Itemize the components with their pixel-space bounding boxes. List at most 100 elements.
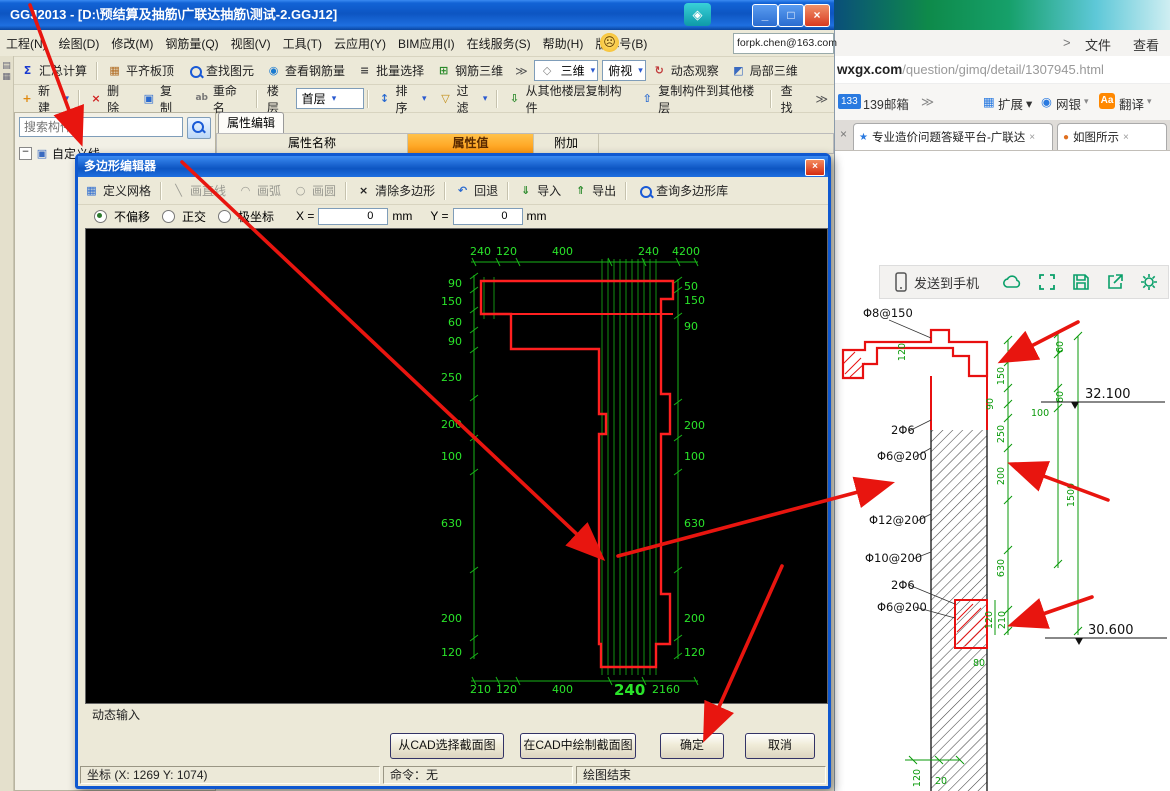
- dynamic-input-bar: 动态输入: [78, 706, 828, 724]
- elevation-label: 32.100: [1085, 387, 1131, 402]
- cloud-icon[interactable]: [1001, 272, 1023, 292]
- tabstrip-close-icon[interactable]: ×: [840, 127, 847, 141]
- sort-button[interactable]: ↕排序▾: [372, 85, 433, 112]
- translate-button[interactable]: 翻译: [1119, 94, 1144, 113]
- partial-3d-button[interactable]: ◩局部三维: [725, 57, 804, 84]
- extensions-button[interactable]: 扩展: [998, 94, 1023, 113]
- menu-online[interactable]: 在线服务(S): [461, 35, 537, 52]
- copy-from-floor-button[interactable]: ⇩从其他楼层复制构件: [501, 85, 634, 112]
- orbit-button[interactable]: ↻动态观察: [646, 57, 725, 84]
- dialog-titlebar[interactable]: 多边形编辑器: [78, 156, 828, 177]
- query-polygon-lib-button[interactable]: 查询多边形库: [630, 177, 734, 204]
- menu-view[interactable]: 视图(V): [225, 35, 277, 52]
- menu-tools[interactable]: 工具(T): [277, 35, 328, 52]
- floor-select[interactable]: 首层▾: [296, 88, 364, 109]
- view-rebar-button[interactable]: ◉查看钢筋量: [260, 57, 351, 84]
- tab-question-platform[interactable]: ★ 专业造价问题答疑平台-广联达 ×: [853, 123, 1053, 150]
- share-icon[interactable]: [1105, 272, 1125, 292]
- col-prop-value[interactable]: 属性值: [408, 134, 534, 153]
- tab-close-icon[interactable]: ×: [1123, 132, 1129, 143]
- find-button[interactable]: 查找: [775, 85, 810, 112]
- maximize-button[interactable]: □: [778, 4, 804, 27]
- bank-dropdown-icon[interactable]: ▾: [1084, 96, 1089, 107]
- browser-menu-file[interactable]: 文件: [1085, 35, 1111, 54]
- ok-button[interactable]: 确定: [660, 733, 724, 759]
- define-grid-button[interactable]: ▦定义网格: [78, 177, 157, 204]
- mail-button[interactable]: 139邮箱: [863, 94, 909, 113]
- menu-bim[interactable]: BIM应用(I): [392, 35, 461, 52]
- dim-label: 50: [684, 280, 698, 293]
- messenger-icon[interactable]: ◈: [684, 3, 711, 26]
- batch-select-button[interactable]: ≡批量选择: [351, 57, 430, 84]
- pick-from-cad-button[interactable]: 从CAD选择截面图: [390, 733, 504, 759]
- copy-button[interactable]: ▣复制: [136, 85, 189, 112]
- x-input[interactable]: [318, 208, 388, 225]
- import-button[interactable]: ⇓导入: [512, 177, 567, 204]
- chevron-icon[interactable]: >: [1063, 35, 1071, 50]
- bank-button[interactable]: 网银: [1056, 94, 1081, 113]
- tree-expander-icon[interactable]: −: [19, 147, 32, 160]
- dialog-title: 多边形编辑器: [84, 159, 156, 173]
- send-to-phone-button[interactable]: 发送到手机: [914, 273, 979, 292]
- overflow-icon[interactable]: ≫: [921, 94, 934, 109]
- menu-cloud[interactable]: 云应用(Y): [328, 35, 392, 52]
- copy-to-floor-button[interactable]: ⇧复制构件到其他楼层: [634, 85, 767, 112]
- menu-rebar-qty[interactable]: 钢筋量(Q): [159, 35, 224, 52]
- clear-polygon-button[interactable]: ×清除多边形: [350, 177, 441, 204]
- toolbar-overflow[interactable]: ≫: [509, 57, 534, 84]
- emoji-face-icon[interactable]: ☹: [600, 33, 619, 52]
- y-input[interactable]: [453, 208, 523, 225]
- dim-label: 150: [441, 295, 462, 308]
- menu-project[interactable]: 工程(N): [0, 35, 53, 52]
- rebar-3d-button[interactable]: ⊞钢筋三维: [430, 57, 509, 84]
- cancel-button[interactable]: 取消: [745, 733, 815, 759]
- undo-button[interactable]: ↶回退: [449, 177, 504, 204]
- radio-no-offset[interactable]: [94, 210, 107, 223]
- cube-icon: ⊞: [436, 63, 451, 78]
- col-prop-name[interactable]: 属性名称: [217, 134, 408, 153]
- rename-button[interactable]: ab重命名: [189, 85, 253, 112]
- close-button[interactable]: ×: [804, 4, 830, 27]
- minimize-button[interactable]: _: [752, 4, 778, 27]
- status-coordinates: 坐标 (X: 1269 Y: 1074): [80, 766, 380, 784]
- tab-property-edit[interactable]: 属性编辑: [218, 112, 284, 134]
- translate-dropdown-icon[interactable]: ▾: [1147, 96, 1152, 107]
- top-view-dropdown[interactable]: 俯视▾: [602, 60, 646, 81]
- new-button[interactable]: +新建▾: [14, 85, 75, 112]
- extensions-dropdown-icon[interactable]: ▾: [1026, 96, 1032, 111]
- filter-button[interactable]: ▽过滤▾: [432, 85, 493, 112]
- export-button[interactable]: ⇑导出: [567, 177, 622, 204]
- save-icon[interactable]: [1071, 272, 1091, 292]
- menu-help[interactable]: 帮助(H): [537, 35, 590, 52]
- delete-button[interactable]: ×删除: [83, 85, 136, 112]
- dialog-close-button[interactable]: ×: [805, 159, 825, 176]
- draw-arc-button[interactable]: ◠画弧: [232, 177, 287, 204]
- flush-slab-button[interactable]: ▦平齐板顶: [101, 57, 180, 84]
- tab-as-shown[interactable]: ● 如图所示 ×: [1057, 123, 1167, 150]
- summarize-button[interactable]: Σ汇总计算: [14, 57, 93, 84]
- draw-circle-button[interactable]: ○画圆: [287, 177, 342, 204]
- view-3d-dropdown[interactable]: ◇三维▾: [534, 60, 599, 81]
- fullscreen-icon[interactable]: [1037, 272, 1057, 292]
- toolbar-overflow[interactable]: ≫: [809, 85, 834, 112]
- section-canvas[interactable]: 240 120 400 240 4200 210 120 400 240 216…: [85, 228, 828, 704]
- draw-line-button[interactable]: ╲画直线: [165, 177, 232, 204]
- menu-draw[interactable]: 绘图(D): [53, 35, 106, 52]
- radio-polar[interactable]: [218, 210, 231, 223]
- address-bar[interactable]: wxgx.com/question/gimq/detail/1307945.ht…: [835, 56, 1170, 84]
- chevron-down-icon: ▾: [64, 93, 69, 104]
- search-button[interactable]: [187, 117, 211, 139]
- app-titlebar[interactable]: GGJ2013 - [D:\预结算及抽筋\广联达抽筋\测试-2.GGJ12] ◈…: [0, 0, 834, 30]
- tab-close-icon[interactable]: ×: [1029, 132, 1035, 143]
- search-input[interactable]: [19, 117, 183, 137]
- col-prop-extra[interactable]: 附加: [534, 134, 599, 153]
- browser-menu-view[interactable]: 查看: [1133, 35, 1159, 54]
- find-element-button[interactable]: 查找图元: [180, 57, 260, 84]
- menu-version[interactable]: 版本号(B): [589, 35, 653, 52]
- draw-in-cad-button[interactable]: 在CAD中绘制截面图: [520, 733, 636, 759]
- settings-gear-icon[interactable]: [1139, 272, 1159, 292]
- radio-ortho[interactable]: [162, 210, 175, 223]
- account-dropdown[interactable]: forpk.chen@163.com: [733, 33, 834, 54]
- menu-modify[interactable]: 修改(M): [105, 35, 159, 52]
- arrow-up-icon: ⇧: [640, 91, 654, 106]
